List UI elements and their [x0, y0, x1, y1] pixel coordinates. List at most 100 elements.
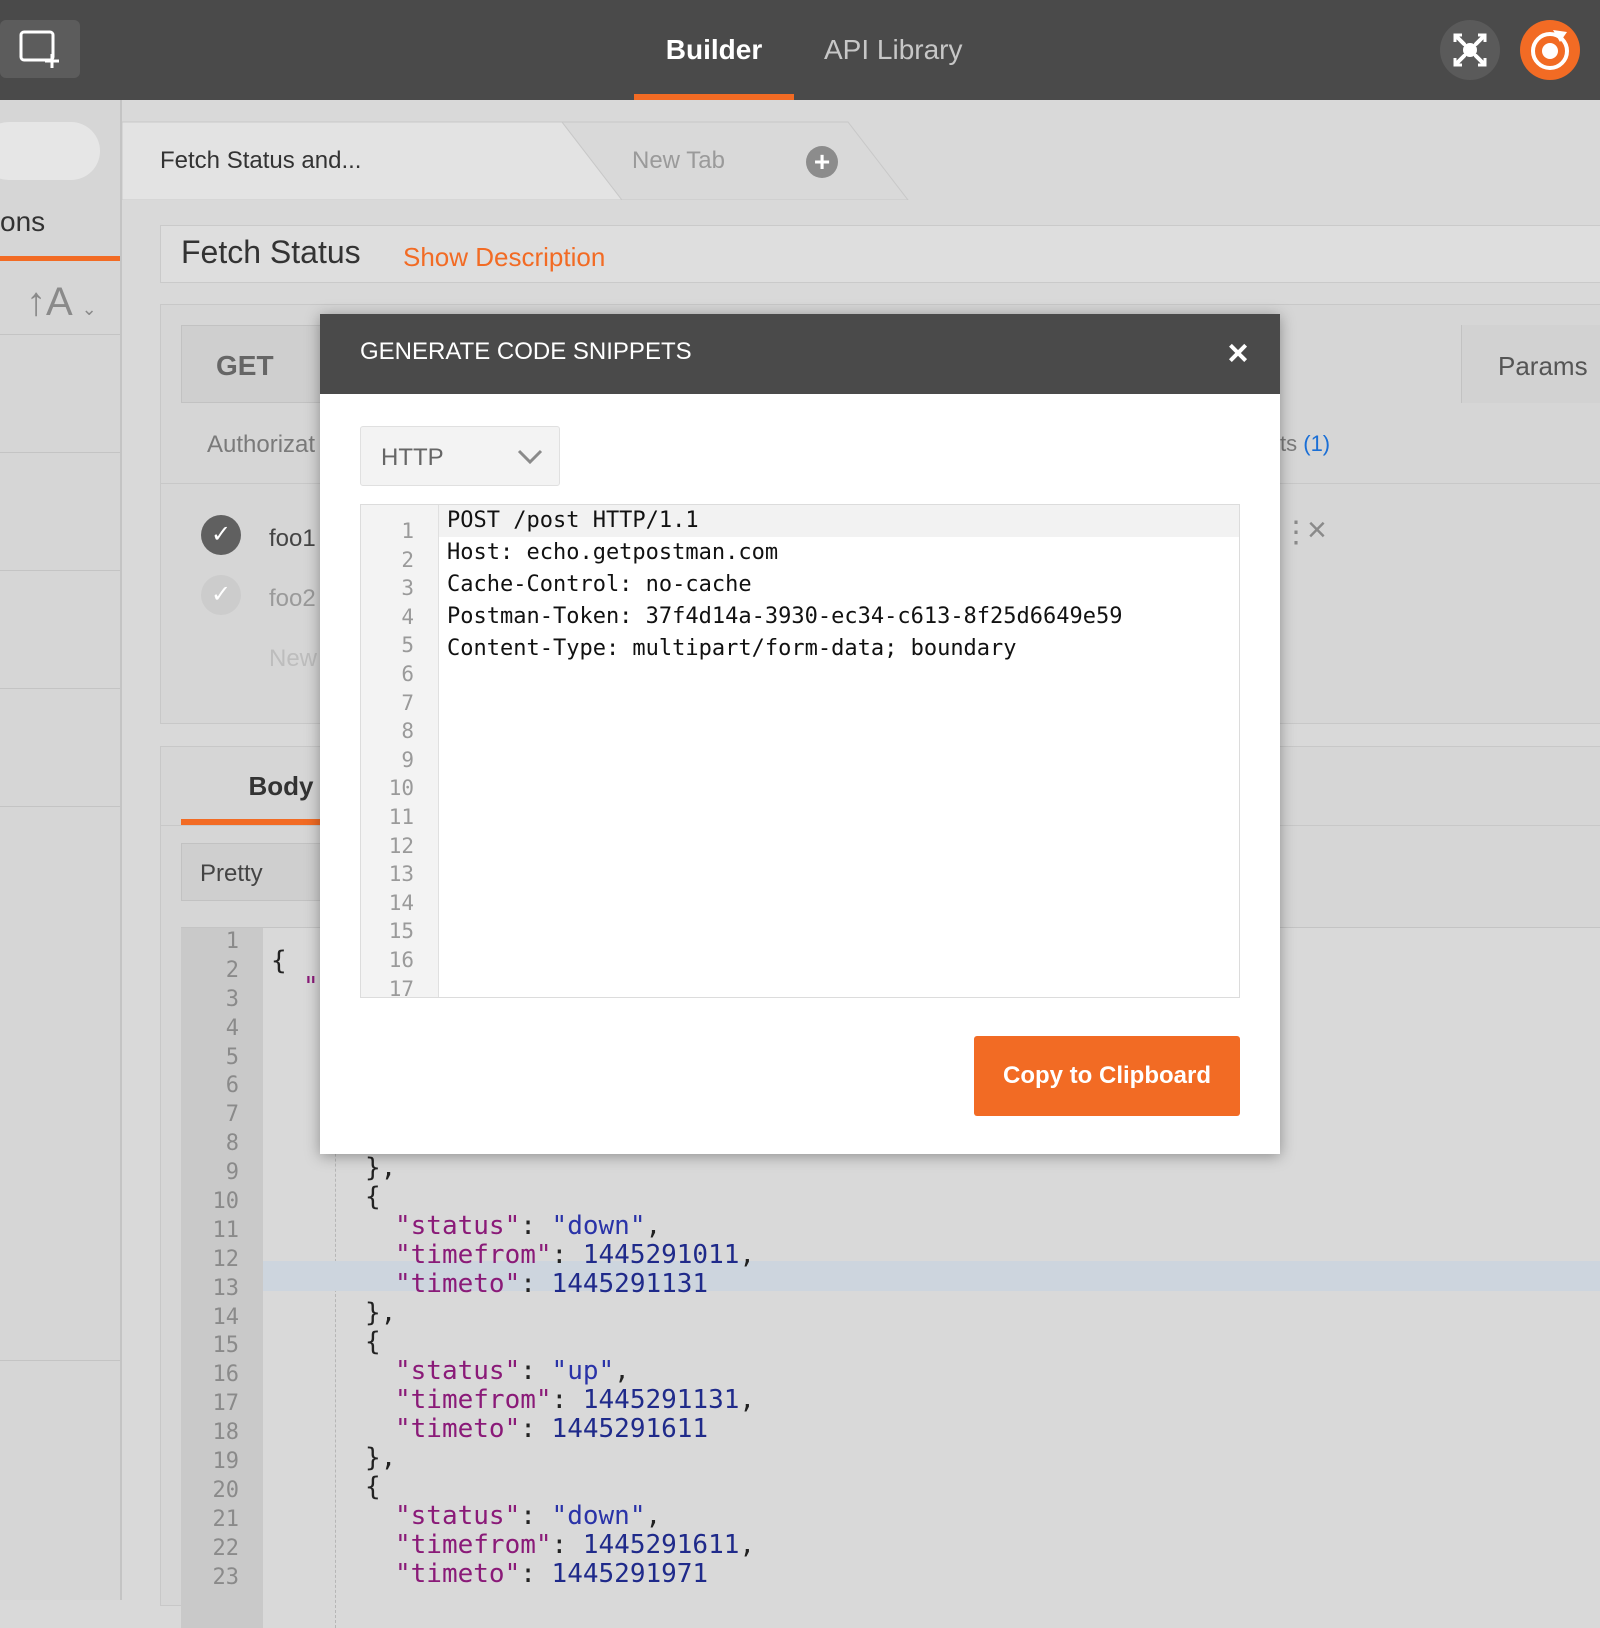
code-line: Postman-Token: 37f4d14a-3930-ec34-c613-8… [447, 604, 1123, 629]
code-line: "timefrom": 1445291131, [395, 1385, 756, 1415]
sidebar-divider [0, 688, 120, 689]
line-number: 7 [225, 1102, 239, 1128]
code-line: Cache-Control: no-cache [447, 572, 752, 597]
line-number: 22 [212, 1535, 240, 1561]
line-number: 11 [212, 1217, 240, 1243]
params-label: Params [1498, 351, 1588, 381]
line-number: 4 [401, 604, 414, 629]
interceptor-button[interactable] [1520, 20, 1580, 80]
line-number: 20 [212, 1477, 240, 1503]
code-line: " [303, 972, 319, 1002]
line-number: 3 [225, 986, 239, 1012]
copy-to-clipboard-button[interactable]: Copy to Clipboard [974, 1036, 1240, 1116]
line-number: 9 [225, 1160, 239, 1186]
line-number: 1 [225, 929, 239, 954]
status-value: "down" [551, 1501, 646, 1531]
sidebar-divider [0, 1360, 120, 1361]
code-line: "timeto": 1445291611 [395, 1414, 709, 1444]
new-window-icon [19, 30, 59, 68]
timeto-value: 1445291131 [551, 1269, 709, 1299]
line-number: 16 [388, 947, 414, 972]
line-number: 15 [212, 1333, 240, 1359]
param-key-field[interactable]: foo2 [269, 585, 316, 613]
code-line: "timeto": 1445291971 [395, 1559, 709, 1589]
code-line: { [365, 1182, 381, 1212]
line-number: 18 [212, 1420, 240, 1446]
line-number: 10 [388, 776, 414, 801]
code-line: Content-Type: multipart/form-data; bound… [447, 636, 1017, 661]
line-number: 15 [388, 919, 414, 944]
new-param-key-field[interactable]: New [269, 645, 317, 673]
request-name-bar: Fetch Status Show Description [160, 225, 1600, 283]
tab-new-tab[interactable]: New Tab [508, 122, 848, 200]
line-number: 16 [212, 1362, 240, 1388]
timefrom-value: 1445291611 [582, 1530, 740, 1560]
nav-builder-tab[interactable]: Builder [634, 0, 794, 100]
generate-code-modal: GENERATE CODE SNIPPETS × HTTP 1234567891… [320, 314, 1280, 1154]
sidebar-collections-tab[interactable]: ons [0, 206, 45, 238]
params-button[interactable]: Params [1461, 325, 1600, 403]
request-tab-strip: Fetch Status and... New Tab + [122, 100, 1600, 200]
method-label: GET [216, 350, 274, 381]
sidebar: ons ↑A ⌄ [0, 100, 122, 1600]
line-number: 21 [212, 1506, 240, 1532]
line-number: 7 [401, 690, 414, 715]
pretty-label: Pretty [200, 860, 263, 887]
line-number: 13 [212, 1275, 240, 1301]
row-enabled-checkbox[interactable]: ✓ [201, 575, 241, 615]
code-snippet-text: POST /post HTTP/1.1 Host: echo.getpostman… [447, 505, 1123, 665]
tab-authorization[interactable]: Authorizat [207, 431, 315, 459]
show-description-link[interactable]: Show Description [403, 242, 605, 273]
line-number: 8 [225, 1131, 239, 1157]
line-number: 17 [212, 1391, 240, 1417]
chevron-down-icon: ⌄ [81, 299, 97, 319]
line-number: 9 [401, 747, 414, 772]
timefrom-value: 1445291011 [582, 1240, 740, 1270]
row-delete-icon[interactable]: × [1307, 511, 1327, 550]
sidebar-divider [0, 806, 120, 807]
line-number: 8 [401, 719, 414, 744]
param-key-field[interactable]: foo1 [269, 525, 316, 553]
add-tab-icon[interactable]: + [806, 146, 838, 178]
code-line: Host: echo.getpostman.com [447, 540, 779, 565]
line-number: 2 [225, 957, 239, 983]
close-icon[interactable]: × [1216, 328, 1260, 378]
sidebar-search-input[interactable] [0, 122, 100, 180]
line-number: 13 [388, 862, 414, 887]
code-line: { [271, 946, 287, 976]
sidebar-divider [0, 334, 120, 335]
request-name: Fetch Status [181, 234, 361, 270]
tests-count-badge: (1) [1303, 431, 1331, 456]
code-line: }, [365, 1443, 397, 1473]
line-number: 3 [401, 576, 414, 601]
line-number-gutter: 1 2 3 4 5 6 7 8 9 10 11 12 13 14 15 16 17 18 19 20 21 22 23 [181, 928, 263, 1628]
status-value: "up" [551, 1356, 615, 1386]
new-window-button[interactable] [0, 20, 80, 78]
sidebar-divider [0, 452, 120, 453]
nav-builder-label: Builder [665, 34, 763, 65]
top-bar: Builder API Library [0, 0, 1600, 100]
row-enabled-checkbox[interactable]: ✓ [201, 515, 241, 555]
line-number: 11 [388, 804, 414, 829]
sort-alpha-button[interactable]: ↑A ⌄ [26, 280, 97, 325]
code-line: "status": "down", [395, 1501, 662, 1531]
code-line: }, [365, 1298, 397, 1328]
line-number: 5 [401, 633, 414, 658]
code-line: { [365, 1472, 381, 1502]
code-line: }, [365, 1153, 397, 1183]
code-line: "timefrom": 1445291611, [395, 1530, 756, 1560]
sync-button[interactable] [1440, 20, 1500, 80]
nav-api-library-tab[interactable]: API Library [824, 0, 963, 100]
line-number: 2 [401, 547, 414, 572]
code-line: "timefrom": 1445291011, [395, 1240, 756, 1270]
sidebar-tab-underline [0, 256, 120, 261]
code-snippet-editor[interactable]: 1 2 3 4 5 6 7 8 9 10 11 12 13 14 15 16 17 POST /post HTT… [360, 504, 1240, 998]
tab-fetch-status[interactable]: Fetch Status and... [160, 122, 560, 200]
language-select[interactable]: HTTP [360, 426, 560, 486]
timeto-value: 1445291611 [551, 1414, 709, 1444]
line-number: 6 [225, 1073, 239, 1099]
sort-alpha-icon: ↑A [26, 280, 71, 324]
code-line: { [365, 1327, 381, 1357]
modal-header: GENERATE CODE SNIPPETS × [320, 314, 1280, 394]
line-number: 19 [212, 1449, 240, 1475]
